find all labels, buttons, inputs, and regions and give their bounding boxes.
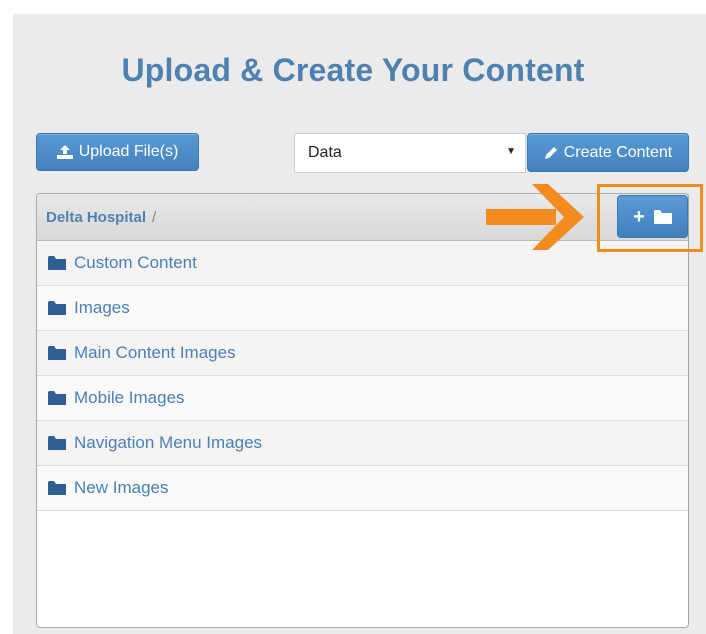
folder-row[interactable]: Images (37, 286, 688, 331)
folder-name: Mobile Images (74, 388, 185, 407)
file-browser: Delta Hospital / Custom Content Images M… (36, 193, 689, 628)
create-content-label: Create Content (563, 143, 673, 161)
folder-row[interactable]: New Images (37, 466, 688, 511)
folder-icon (48, 256, 66, 270)
upload-files-label: Upload File(s) (78, 143, 179, 160)
folder-name: Navigation Menu Images (74, 433, 263, 452)
page-title: Upload & Create Your Content (121, 52, 585, 88)
folder-row[interactable]: Main Content Images (37, 331, 688, 376)
folder-row[interactable]: Mobile Images (37, 376, 688, 421)
new-folder-button[interactable]: + (617, 195, 688, 238)
plus-icon: + (633, 205, 645, 228)
folder-row[interactable]: Navigation Menu Images (37, 421, 688, 466)
folder-icon (653, 209, 672, 224)
folder-icon (48, 346, 66, 360)
folder-icon (48, 481, 66, 495)
upload-icon (56, 145, 73, 159)
breadcrumb-root[interactable]: Delta Hospital (46, 209, 146, 226)
folder-icon (48, 391, 66, 405)
upload-files-button[interactable]: Upload File(s) (36, 133, 199, 171)
create-content-button[interactable]: Create Content (527, 133, 689, 172)
content-type-select[interactable]: Data ▼ (294, 133, 526, 173)
folder-name: Main Content Images (74, 343, 236, 362)
folder-list: Custom Content Images Main Content Image… (37, 241, 688, 511)
content-type-value: Data (308, 144, 342, 161)
pencil-icon (544, 146, 557, 159)
folder-name: Custom Content (74, 253, 197, 272)
breadcrumb-separator: / (152, 208, 157, 226)
arrow-right-icon (486, 184, 584, 250)
folder-icon (48, 436, 66, 450)
folder-name: Images (74, 298, 130, 317)
caret-down-icon: ▼ (506, 146, 516, 157)
folder-icon (48, 301, 66, 315)
folder-name: New Images (74, 478, 169, 497)
